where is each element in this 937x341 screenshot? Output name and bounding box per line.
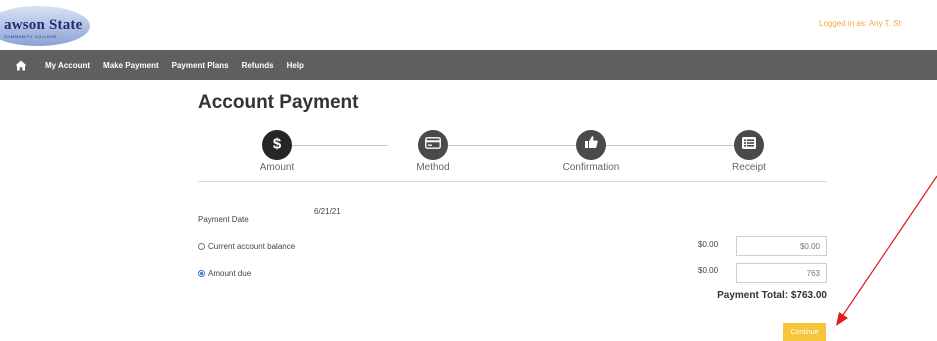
step-connector bbox=[606, 145, 734, 146]
step-receipt bbox=[734, 130, 764, 160]
step-connector bbox=[448, 145, 576, 146]
nav-make-payment[interactable]: Make Payment bbox=[103, 61, 159, 70]
step-label-confirmation: Confirmation bbox=[562, 162, 620, 173]
dollar-icon: $ bbox=[268, 134, 286, 157]
logo-subtext: COMMUNITY COLLEGE bbox=[4, 34, 58, 39]
step-label-amount: Amount bbox=[259, 162, 295, 173]
svg-text:$: $ bbox=[273, 135, 282, 152]
home-icon[interactable] bbox=[14, 58, 28, 72]
nav-refunds[interactable]: Refunds bbox=[242, 61, 274, 70]
list-icon bbox=[742, 136, 756, 154]
continue-button[interactable]: Continue bbox=[783, 323, 826, 341]
amount-due-balance: $0.00 bbox=[698, 266, 719, 275]
nav-help[interactable]: Help bbox=[287, 61, 304, 70]
nav-payment-plans[interactable]: Payment Plans bbox=[172, 61, 229, 70]
step-amount: $ bbox=[262, 130, 292, 160]
logged-in-status: Logged in as: Any T. St bbox=[819, 19, 901, 28]
section-divider bbox=[198, 181, 827, 182]
step-method bbox=[418, 130, 448, 160]
college-logo[interactable]: awson State COMMUNITY COLLEGE bbox=[0, 6, 90, 46]
payment-date-label: Payment Date bbox=[198, 215, 249, 224]
payment-total: Payment Total: $763.00 bbox=[717, 290, 827, 301]
amount-due-label[interactable]: Amount due bbox=[208, 269, 251, 278]
step-confirmation bbox=[576, 130, 606, 160]
current-balance-input[interactable] bbox=[736, 236, 827, 256]
amount-due-radio[interactable] bbox=[198, 270, 205, 277]
amount-due-input[interactable] bbox=[736, 263, 827, 283]
step-label-receipt: Receipt bbox=[732, 162, 766, 173]
credit-card-icon bbox=[425, 136, 441, 154]
nav-my-account[interactable]: My Account bbox=[45, 61, 90, 70]
payment-date-value: 6/21/21 bbox=[314, 207, 341, 216]
current-balance-label[interactable]: Current account balance bbox=[208, 242, 295, 251]
thumbs-up-icon bbox=[584, 135, 599, 155]
logo-text: awson State bbox=[4, 17, 83, 33]
step-connector bbox=[292, 145, 388, 146]
current-balance-amount: $0.00 bbox=[698, 240, 719, 249]
main-nav: My Account Make Payment Payment Plans Re… bbox=[0, 50, 937, 80]
page-title: Account Payment bbox=[198, 92, 359, 113]
step-label-method: Method bbox=[416, 162, 450, 173]
current-balance-radio[interactable] bbox=[198, 243, 205, 250]
top-header: awson State COMMUNITY COLLEGE Logged in … bbox=[0, 0, 937, 50]
